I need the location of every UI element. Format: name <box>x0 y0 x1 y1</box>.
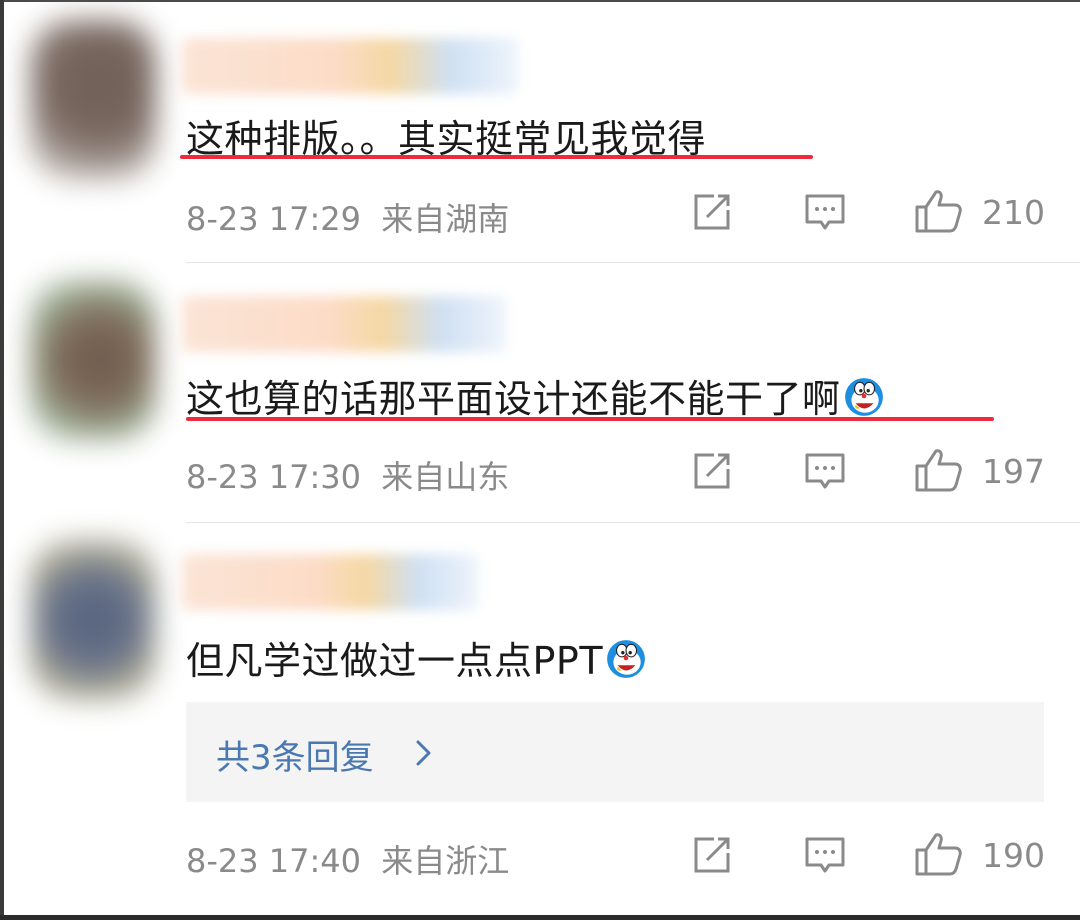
comment-text: 但凡学过做过一点点PPT <box>186 630 647 685</box>
replies-box[interactable]: 共3条回复 <box>186 702 1044 802</box>
comment-location: 来自山东 <box>381 458 510 496</box>
doraemon-emoji <box>607 640 645 678</box>
comment-icon[interactable] <box>804 835 846 875</box>
avatar[interactable] <box>30 540 156 700</box>
username-blurred[interactable] <box>182 296 506 352</box>
comment-meta: 8-23 17:29 来自湖南 <box>186 194 509 240</box>
comment-text-content: 但凡学过做过一点点PPT <box>186 639 604 683</box>
like-count: 210 <box>982 193 1045 232</box>
like-count: 197 <box>982 452 1045 491</box>
divider <box>186 262 1080 263</box>
thumbs-up-icon[interactable] <box>914 188 964 234</box>
thumbs-up-icon[interactable] <box>914 447 964 493</box>
bottom-edge <box>0 915 1080 920</box>
comment-meta: 8-23 17:40 来自浙江 <box>186 836 509 882</box>
chevron-right-icon <box>416 740 431 766</box>
doraemon-emoji <box>844 378 883 416</box>
comment-meta: 8-23 17:30 来自山东 <box>186 452 509 498</box>
highlight-underline <box>186 417 994 421</box>
comment-icon[interactable] <box>804 192 846 232</box>
comment-time: 8-23 17:29 <box>186 200 362 238</box>
share-icon[interactable] <box>690 835 734 875</box>
comment-time: 8-23 17:40 <box>186 842 362 880</box>
left-edge <box>0 0 4 920</box>
highlight-underline <box>180 155 813 159</box>
divider <box>186 522 1080 523</box>
share-icon[interactable] <box>690 451 734 491</box>
comment-text-content: 这也算的话那平面设计还能不能干了啊 <box>186 377 841 421</box>
comment-location: 来自浙江 <box>381 842 510 880</box>
username-blurred[interactable] <box>182 554 478 610</box>
username-blurred[interactable] <box>182 38 518 94</box>
replies-link[interactable]: 共3条回复 <box>216 730 374 779</box>
comment-location: 来自湖南 <box>381 200 510 238</box>
comment-text: 这也算的话那平面设计还能不能干了啊 <box>186 368 885 423</box>
top-edge <box>0 0 1080 2</box>
avatar[interactable] <box>30 20 156 180</box>
like-count: 190 <box>982 836 1045 875</box>
comment-icon[interactable] <box>804 451 846 491</box>
share-icon[interactable] <box>690 192 734 232</box>
comment-time: 8-23 17:30 <box>186 458 362 496</box>
thumbs-up-icon[interactable] <box>914 831 964 877</box>
avatar[interactable] <box>30 280 156 440</box>
